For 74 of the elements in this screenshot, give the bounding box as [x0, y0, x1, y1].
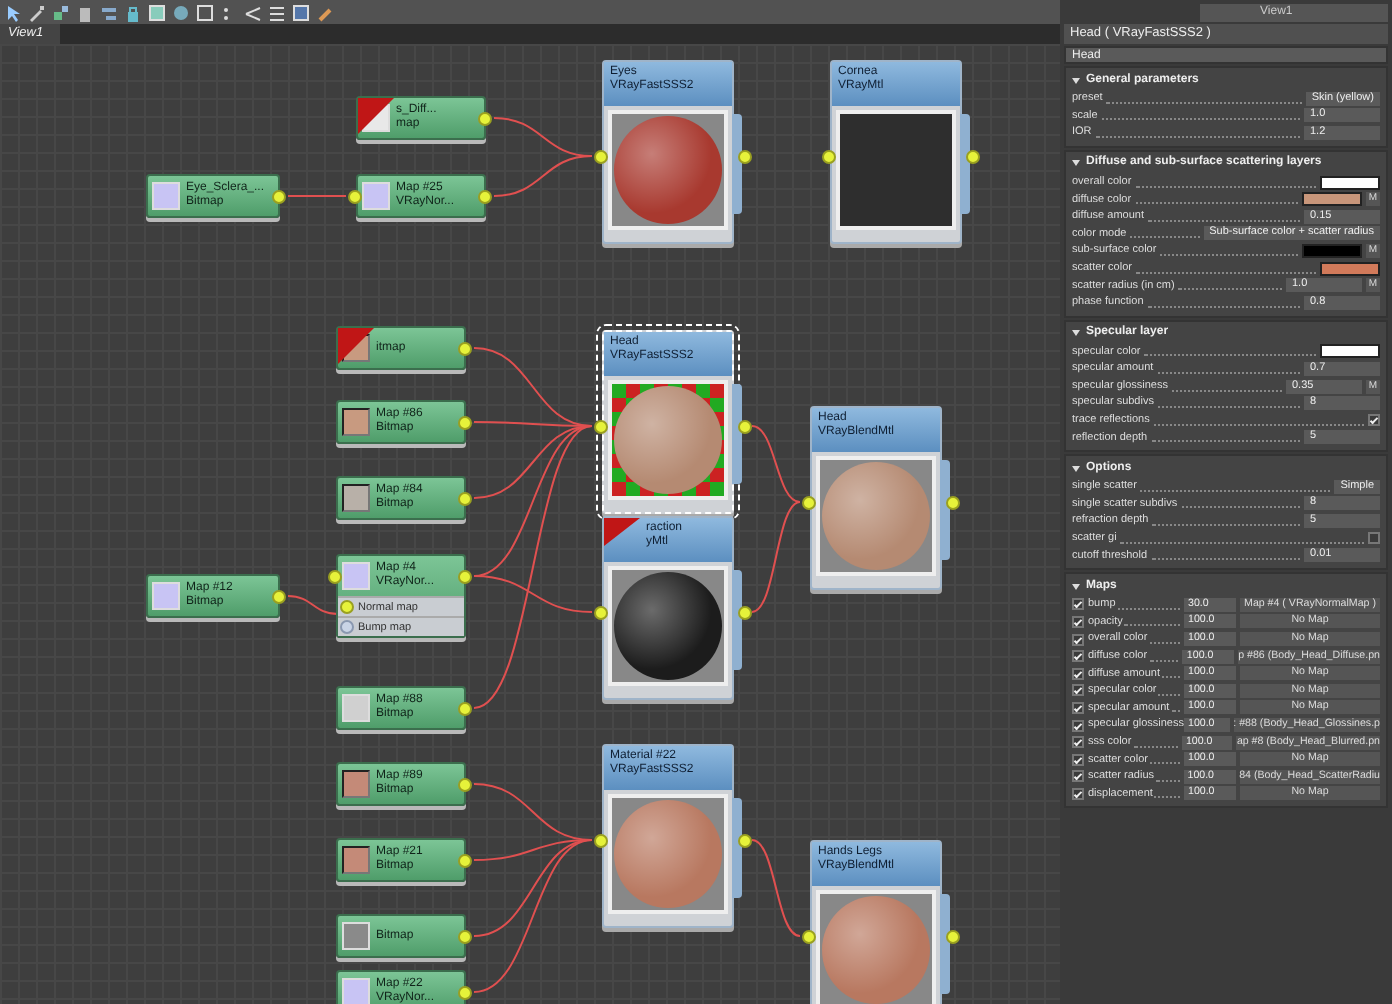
output-port[interactable]	[458, 986, 472, 1000]
input-port[interactable]	[348, 190, 362, 204]
square-icon[interactable]	[148, 3, 166, 21]
lock-icon[interactable]	[124, 3, 142, 21]
checkbox[interactable]	[1072, 736, 1084, 749]
output-port[interactable]	[458, 930, 472, 944]
input-port[interactable]	[594, 420, 608, 434]
output-port[interactable]	[478, 190, 492, 204]
frame-icon[interactable]	[196, 3, 214, 21]
caret-icon[interactable]	[1072, 160, 1080, 167]
checkbox[interactable]	[1072, 667, 1084, 680]
checkbox[interactable]	[1072, 650, 1084, 663]
output-port[interactable]	[478, 112, 492, 126]
input-port[interactable]	[594, 606, 608, 620]
checkbox[interactable]	[1072, 598, 1084, 611]
layout-icon[interactable]	[100, 3, 118, 21]
branch-icon[interactable]	[244, 3, 262, 21]
input-port[interactable]	[802, 930, 816, 944]
eyedropper-icon[interactable]	[28, 3, 46, 21]
checkbox[interactable]	[1072, 615, 1084, 628]
checkbox[interactable]	[1072, 633, 1084, 646]
output-port[interactable]	[458, 416, 472, 430]
output-port[interactable]	[738, 150, 752, 164]
input-port[interactable]	[822, 150, 836, 164]
connection-wire	[287, 195, 347, 197]
caret-icon[interactable]	[1072, 465, 1080, 472]
checkbox[interactable]	[1072, 719, 1084, 732]
output-port[interactable]	[272, 590, 286, 604]
color-swatch[interactable]	[1320, 175, 1380, 190]
output-port[interactable]	[946, 930, 960, 944]
output-port[interactable]	[966, 150, 980, 164]
output-port[interactable]	[458, 342, 472, 356]
output-port[interactable]	[458, 778, 472, 792]
caret-icon[interactable]	[1072, 330, 1080, 337]
input-port[interactable]	[594, 150, 608, 164]
connection-wire	[493, 155, 593, 197]
output-port[interactable]	[738, 834, 752, 848]
connection-wire	[287, 595, 339, 615]
checkbox[interactable]	[1072, 787, 1084, 800]
checkbox[interactable]	[1072, 753, 1084, 766]
output-port[interactable]	[458, 570, 472, 584]
caret-icon[interactable]	[1072, 77, 1080, 83]
input-port[interactable]	[328, 570, 342, 584]
input-port[interactable]	[340, 620, 354, 634]
checkbox[interactable]	[1072, 701, 1084, 714]
node-icon[interactable]	[52, 3, 70, 21]
caret-icon[interactable]	[1072, 583, 1080, 590]
output-port[interactable]	[458, 492, 472, 506]
color-swatch[interactable]	[1302, 243, 1362, 258]
circle-icon[interactable]	[172, 3, 190, 21]
checkbox[interactable]	[1072, 684, 1084, 697]
color-swatch[interactable]	[1320, 344, 1380, 359]
output-port[interactable]	[458, 854, 472, 868]
error-marker	[338, 328, 374, 364]
connection-wire	[751, 839, 801, 937]
checkbox[interactable]	[1072, 770, 1084, 783]
output-port[interactable]	[738, 420, 752, 434]
panel-icon[interactable]	[292, 3, 310, 21]
input-port[interactable]	[594, 834, 608, 848]
checkbox[interactable]	[1368, 414, 1380, 427]
output-port[interactable]	[458, 702, 472, 716]
arrow-cursor-icon[interactable]	[4, 3, 22, 21]
output-port[interactable]	[946, 496, 960, 510]
trash-icon[interactable]	[76, 3, 94, 21]
error-marker	[358, 98, 394, 134]
output-port[interactable]	[738, 606, 752, 620]
input-port[interactable]	[340, 600, 354, 614]
output-port[interactable]	[272, 190, 286, 204]
list-icon[interactable]	[268, 3, 286, 21]
color-swatch[interactable]	[1320, 261, 1380, 276]
input-port[interactable]	[802, 496, 816, 510]
wrench-icon[interactable]	[316, 3, 334, 21]
color-swatch[interactable]	[1302, 192, 1362, 207]
checkbox[interactable]	[1368, 532, 1380, 545]
